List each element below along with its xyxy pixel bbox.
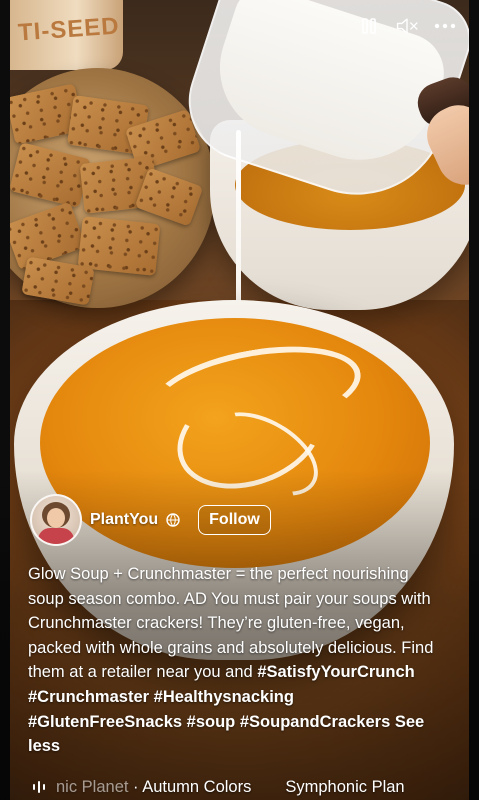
hashtag[interactable]: #Healthysnacking xyxy=(154,688,294,706)
hashtag[interactable]: #SoupandCrackers xyxy=(240,713,390,731)
post-caption: Glow Soup + Crunchmaster = the perfect n… xyxy=(28,562,448,759)
pause-button[interactable] xyxy=(357,14,381,38)
hashtag[interactable]: #GlutenFreeSnacks xyxy=(28,713,182,731)
mute-button[interactable] xyxy=(395,14,419,38)
video-controls xyxy=(357,14,457,38)
avatar[interactable] xyxy=(30,494,82,546)
author-name[interactable]: PlantYou xyxy=(90,511,158,529)
music-track-text: nic Planet · Autumn Colors Symphonic Pla… xyxy=(56,778,405,797)
music-track-current: nic Planet · Autumn Colors xyxy=(56,778,251,797)
hashtag[interactable]: #Crunchmaster xyxy=(28,688,149,706)
hashtag[interactable]: #SatisfyYourCrunch xyxy=(257,663,414,681)
pause-icon xyxy=(362,18,376,34)
music-ticker[interactable]: nic Planet · Autumn Colors Symphonic Pla… xyxy=(30,775,470,799)
cracker-tin: TI-SEED xyxy=(8,0,123,70)
tin-label: TI-SEED xyxy=(17,12,121,47)
more-options-icon xyxy=(434,23,456,29)
avatar-body xyxy=(38,528,74,544)
muted-speaker-icon xyxy=(396,18,418,34)
hashtag[interactable]: #soup xyxy=(187,713,236,731)
music-track-faded: nic Planet xyxy=(56,777,129,796)
avatar-face xyxy=(47,508,65,528)
globe-icon xyxy=(166,513,180,527)
reel-viewer: TI-SEED PlantYou Follow Glow Soup + Crun… xyxy=(0,0,479,800)
music-track-next: Symphonic Plan xyxy=(285,777,405,796)
follow-button[interactable]: Follow xyxy=(198,505,271,535)
music-track-title: · Autumn Colors xyxy=(128,777,252,796)
author-row: PlantYou Follow xyxy=(30,494,271,546)
more-options-button[interactable] xyxy=(433,14,457,38)
audio-bars-icon xyxy=(30,778,48,796)
